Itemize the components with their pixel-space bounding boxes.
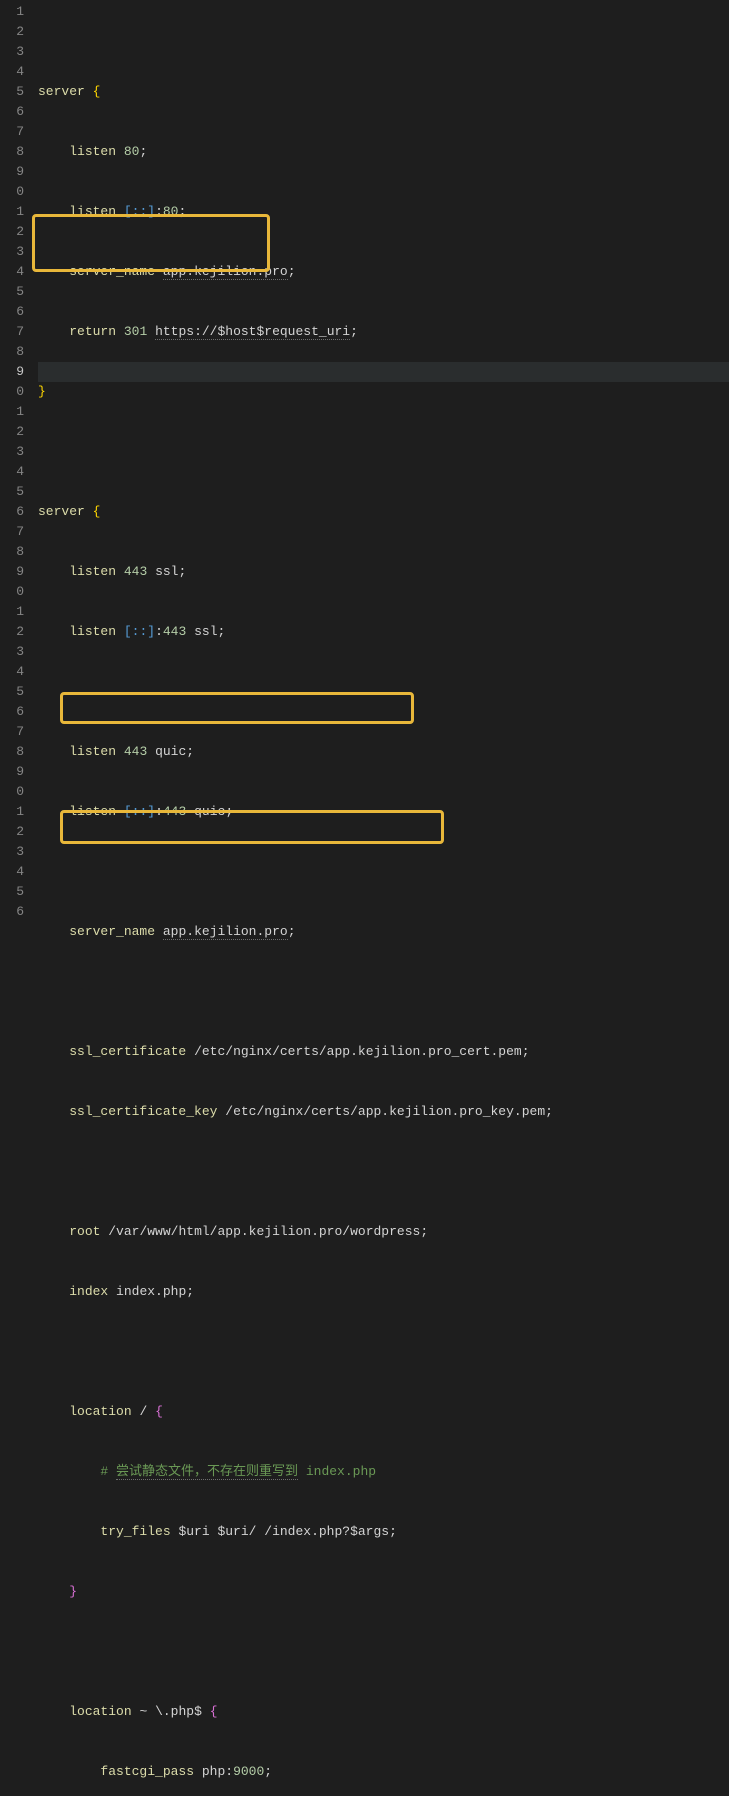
line-number: 8: [0, 742, 24, 762]
line-number: 5: [0, 482, 24, 502]
code-content[interactable]: server { listen 80; listen [::]:80; serv…: [38, 0, 729, 1796]
line-number: 9: [0, 562, 24, 582]
dir-ssl-cert-key: ssl_certificate_key: [69, 1104, 217, 1119]
line-number: 6: [0, 302, 24, 322]
line-number: 4: [0, 462, 24, 482]
line-number: 9: [0, 762, 24, 782]
line-number: 8: [0, 342, 24, 362]
line-number: 0: [0, 382, 24, 402]
dir-listen: listen: [69, 144, 116, 159]
line-number: 3: [0, 642, 24, 662]
dir-ssl-cert: ssl_certificate: [69, 1044, 186, 1059]
line-number: 0: [0, 182, 24, 202]
line-number: 9: [0, 162, 24, 182]
line-number: 8: [0, 142, 24, 162]
line-number: 1: [0, 402, 24, 422]
line-number: 7: [0, 122, 24, 142]
line-number: 2: [0, 822, 24, 842]
line-number: 5: [0, 682, 24, 702]
line-number: 7: [0, 522, 24, 542]
line-number: 3: [0, 242, 24, 262]
active-line-highlight: [38, 362, 729, 382]
brace-close: }: [38, 384, 46, 399]
brace-open: {: [93, 84, 101, 99]
code-editor[interactable]: 1234567890123456789012345678901234567890…: [0, 0, 729, 1796]
line-number: 4: [0, 262, 24, 282]
line-number: 7: [0, 722, 24, 742]
line-number: 5: [0, 882, 24, 902]
line-number: 1: [0, 202, 24, 222]
comment-cn: 尝试静态文件，不存在则重写到: [116, 1464, 298, 1480]
line-number: 3: [0, 442, 24, 462]
line-number: 5: [0, 282, 24, 302]
line-number: 4: [0, 62, 24, 82]
line-number: 8: [0, 542, 24, 562]
line-number: 9: [0, 362, 24, 382]
line-number: 6: [0, 502, 24, 522]
line-number: 1: [0, 602, 24, 622]
line-number-gutter: 1234567890123456789012345678901234567890…: [0, 0, 38, 1796]
line-number: 0: [0, 782, 24, 802]
line-number: 3: [0, 42, 24, 62]
line-number: 2: [0, 222, 24, 242]
line-number: 5: [0, 82, 24, 102]
line-number: 6: [0, 902, 24, 922]
line-number: 2: [0, 22, 24, 42]
line-number: 3: [0, 842, 24, 862]
line-number: 6: [0, 702, 24, 722]
line-number: 2: [0, 622, 24, 642]
dir-location: location: [69, 1404, 131, 1419]
line-number: 0: [0, 582, 24, 602]
line-number: 2: [0, 422, 24, 442]
line-number: 1: [0, 802, 24, 822]
line-number: 7: [0, 322, 24, 342]
line-number: 1: [0, 2, 24, 22]
dir-server-name: server_name: [69, 264, 155, 279]
line-number: 4: [0, 862, 24, 882]
line-number: 4: [0, 662, 24, 682]
keyword-server: server: [38, 84, 85, 99]
line-number: 6: [0, 102, 24, 122]
